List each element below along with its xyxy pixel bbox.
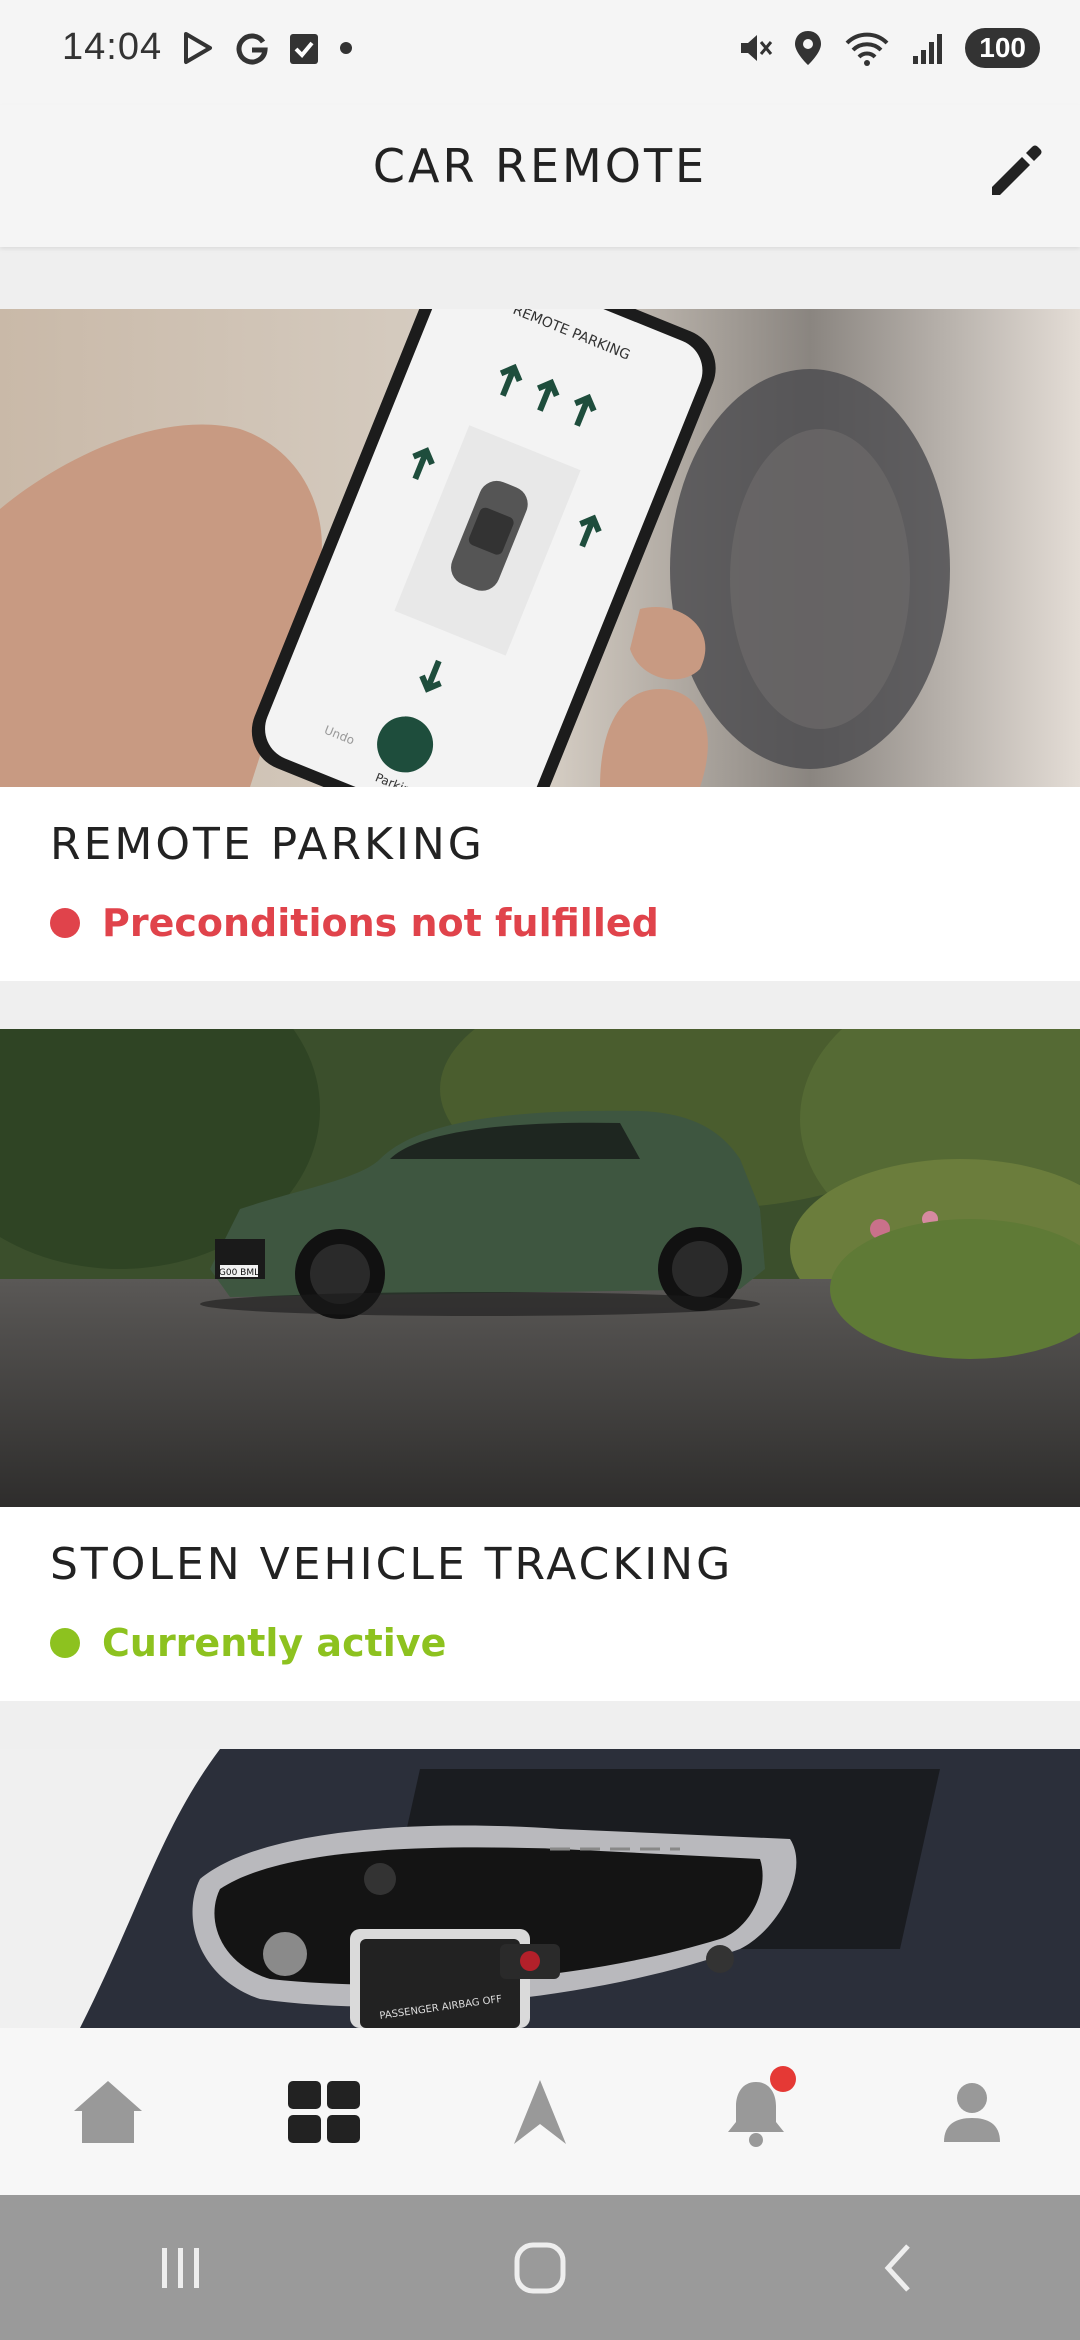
remote-parking-title: REMOTE PARKING bbox=[50, 819, 485, 870]
notification-badge bbox=[770, 2065, 796, 2092]
page-title: CAR REMOTE bbox=[372, 139, 708, 193]
status-dot-red bbox=[50, 908, 80, 938]
system-navigation-bar bbox=[0, 2195, 1080, 2340]
play-store-icon bbox=[184, 32, 212, 64]
pencil-icon[interactable] bbox=[980, 135, 1050, 205]
dot-icon bbox=[340, 42, 352, 54]
stolen-vehicle-tracking-title: STOLEN VEHICLE TRACKING bbox=[50, 1539, 734, 1590]
home-button[interactable] bbox=[510, 2238, 570, 2298]
status-time: 14:04 bbox=[62, 26, 163, 68]
wifi-icon bbox=[845, 32, 889, 66]
nav-dashboard[interactable] bbox=[274, 2062, 374, 2162]
nav-navigation[interactable] bbox=[490, 2062, 590, 2162]
home-icon bbox=[74, 2080, 142, 2143]
location-icon bbox=[795, 31, 822, 65]
app-bar: CAR REMOTE bbox=[0, 105, 1080, 247]
profile-icon bbox=[944, 2082, 1000, 2142]
overhead-console-image: PASSENGER AIRBAG OFF bbox=[0, 1749, 1080, 2028]
signal-icon bbox=[913, 34, 943, 64]
battery-indicator: 100 bbox=[965, 28, 1040, 68]
status-bar: 14:04 100 bbox=[0, 0, 1080, 105]
remote-parking-status: Preconditions not fulfilled bbox=[50, 901, 659, 945]
nav-home[interactable] bbox=[58, 2062, 158, 2162]
overhead-console-card[interactable]: PASSENGER AIRBAG OFF bbox=[0, 1749, 1080, 2028]
stolen-vehicle-tracking-card[interactable]: G00 BML STOLEN VEHICLE TRACKING Currentl… bbox=[0, 1029, 1080, 1701]
nav-notifications[interactable] bbox=[706, 2062, 806, 2162]
nav-profile[interactable] bbox=[922, 2062, 1022, 2162]
remote-parking-image: REMOTE PARKING Undo Parking bbox=[0, 309, 1080, 787]
remote-parking-card[interactable]: REMOTE PARKING Undo Parking REMOTE PARKI… bbox=[0, 309, 1080, 981]
back-button[interactable] bbox=[870, 2238, 930, 2298]
checkbox-icon bbox=[290, 34, 318, 64]
stolen-vehicle-tracking-status: Currently active bbox=[50, 1621, 446, 1665]
status-dot-green bbox=[50, 1628, 80, 1658]
bottom-navigation bbox=[0, 2028, 1080, 2195]
navigation-icon bbox=[514, 2079, 566, 2144]
google-icon bbox=[236, 33, 268, 65]
recents-button[interactable] bbox=[150, 2238, 210, 2298]
license-plate: G00 BML bbox=[219, 1268, 259, 1278]
mute-icon bbox=[741, 35, 773, 61]
dashboard-icon bbox=[288, 2080, 360, 2143]
remote-parking-status-text: Preconditions not fulfilled bbox=[102, 901, 659, 945]
stolen-vehicle-image: G00 BML bbox=[0, 1029, 1080, 1507]
stolen-vehicle-tracking-status-text: Currently active bbox=[102, 1621, 447, 1665]
